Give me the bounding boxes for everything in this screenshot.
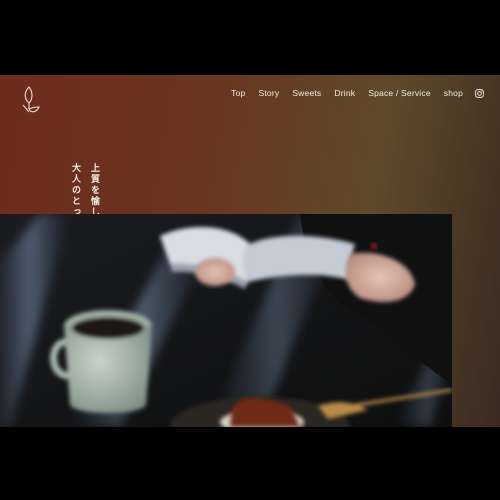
site-header-section: Top Story Sweets Drink Space / Service s…	[0, 75, 500, 427]
coffee-and-reading-photo	[0, 214, 452, 427]
nav-shop[interactable]: shop	[444, 88, 463, 98]
nav-story[interactable]: Story	[258, 88, 279, 98]
instagram-icon[interactable]	[475, 88, 484, 98]
main-nav: Top Story Sweets Drink Space / Service s…	[218, 88, 484, 98]
nav-top[interactable]: Top	[231, 88, 245, 98]
sprout-logo-icon[interactable]	[18, 83, 44, 117]
nav-sweets[interactable]: Sweets	[292, 88, 321, 98]
hero-photo	[0, 214, 452, 427]
nav-drink[interactable]: Drink	[334, 88, 355, 98]
nav-space-service[interactable]: Space / Service	[368, 88, 431, 98]
